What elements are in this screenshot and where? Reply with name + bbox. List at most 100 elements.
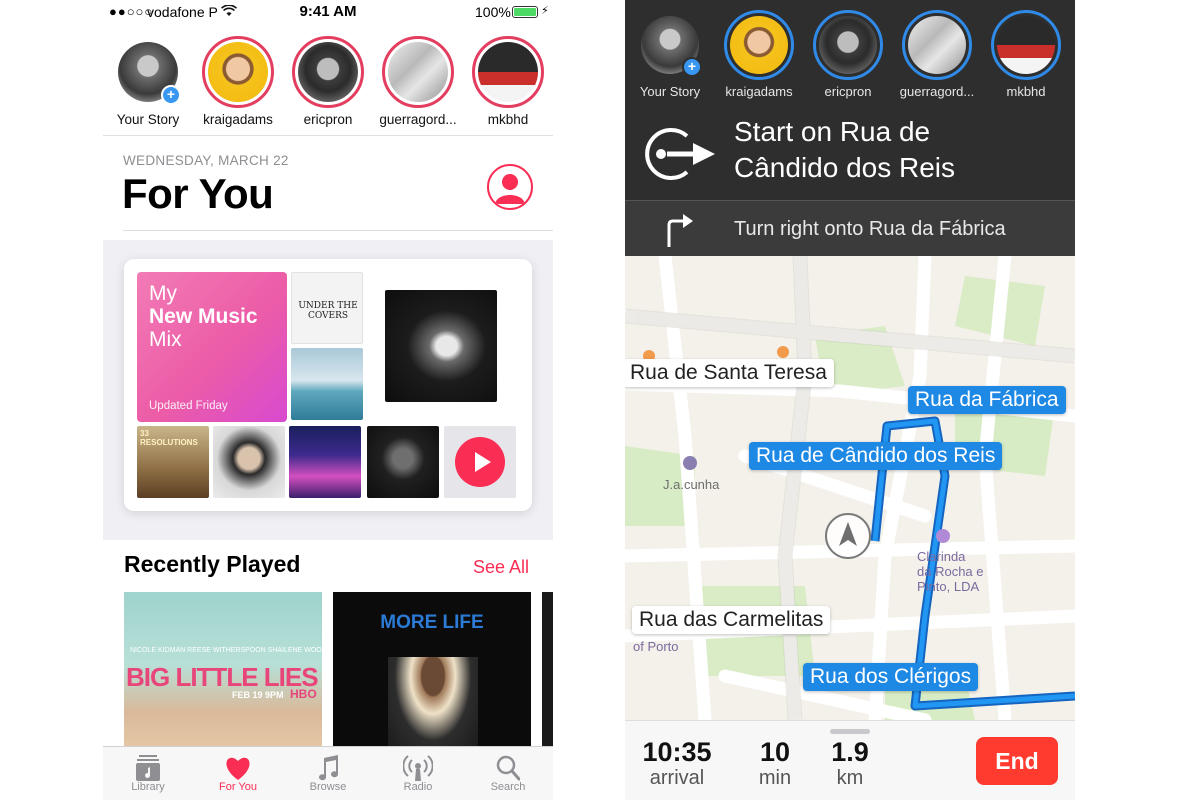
avatar (298, 42, 358, 102)
avatar (997, 16, 1055, 74)
map-label-candido-dos-reis[interactable]: Rua de Cândido dos Reis (749, 442, 1003, 470)
poi-ja-cunha[interactable]: J.a.cunha (663, 477, 719, 492)
profile-button[interactable] (487, 164, 533, 210)
story-ericpron[interactable]: ericpron (283, 36, 373, 127)
album-title: MORE LIFE (380, 612, 484, 633)
turn-right-icon (667, 214, 693, 247)
story-guerragord[interactable]: guerragord... (373, 36, 463, 127)
story-name: kraigadams (203, 112, 273, 127)
map-label-clerigos[interactable]: Rua dos Clérigos (803, 663, 979, 691)
status-bar: ●●○○○ vodafone P 9:41 AM 100% ⚡ (103, 0, 553, 24)
story-guerragord[interactable]: guerragord... (893, 10, 981, 99)
story-ericpron[interactable]: ericpron (804, 10, 892, 99)
next-instruction: Turn right onto Rua da Fábrica (625, 200, 1075, 256)
avatar (388, 42, 448, 102)
album-big-little-lies[interactable]: NICOLE KIDMAN REESE WITHERSPOON SHAILENE… (124, 592, 322, 752)
story-your-story[interactable]: + Your Story (103, 36, 193, 127)
album-cover-resolutions[interactable]: 33 RESOLUTIONS (137, 426, 209, 498)
album-cover-pool[interactable] (291, 348, 363, 420)
story-mkbhd[interactable]: mkbhd (463, 36, 553, 127)
avatar (819, 16, 877, 74)
trip-summary-bar: 10:35 arrival 10 min 1.9 km End (625, 720, 1075, 800)
album-partial[interactable] (542, 592, 553, 752)
album-cover-dark-portrait[interactable] (367, 426, 439, 498)
poi-line: Clarinda (917, 549, 966, 564)
instruction-line: Cândido dos Reis (734, 152, 956, 183)
map-view[interactable]: Rua de Santa Teresa Rua da Fábrica Rua d… (625, 256, 1075, 720)
cover-text: UNDER THE COVERS (298, 301, 358, 321)
story-mkbhd[interactable]: mkbhd (982, 10, 1070, 99)
poi-university[interactable]: of Porto (633, 639, 679, 654)
album-cover-hands[interactable] (385, 290, 497, 402)
poi-line: Pinto, LDA (917, 579, 980, 594)
page-title: For You (122, 170, 274, 217)
duration-unit: min (758, 767, 792, 789)
story-your-story[interactable]: + Your Story (626, 10, 714, 99)
mix-title-line: New Music (149, 305, 258, 328)
story-name: ericpron (824, 84, 872, 99)
arrival-time: 10:35 (642, 737, 712, 767)
story-name: mkbhd (1006, 84, 1046, 99)
distance-stat: 1.9 km (820, 737, 880, 789)
air-date: FEB 19 9PM (232, 690, 284, 700)
tab-label: For You (219, 781, 257, 793)
map-label-fabrica[interactable]: Rua da Fábrica (908, 386, 1066, 414)
see-all-link[interactable]: See All (473, 557, 529, 578)
tab-radio[interactable]: Radio (373, 747, 463, 793)
album-cover-under-the-covers[interactable]: UNDER THE COVERS (291, 272, 363, 344)
maps-app-screen: + Your Story kraigadams ericpron guerrag… (625, 0, 1075, 800)
battery-percent: 100% (475, 4, 511, 20)
instruction-line: Start on Rua de (734, 116, 931, 147)
tab-search[interactable]: Search (463, 747, 553, 793)
album-more-life[interactable]: MORE LIFE (333, 592, 531, 752)
story-name: ericpron (303, 112, 353, 127)
poi-clarinda[interactable]: Clarinda da Rocha e Pinto, LDA (917, 549, 984, 594)
distance-unit: km (836, 767, 864, 789)
avatar (908, 16, 966, 74)
mix-artwork[interactable]: My New Music Mix Updated Friday (137, 272, 287, 422)
story-name: Your Story (639, 84, 701, 99)
add-story-icon[interactable]: + (682, 57, 702, 77)
search-icon (463, 747, 553, 781)
stories-row: + Your Story kraigadams ericpron guerrag… (103, 36, 553, 136)
start-route-icon (645, 128, 715, 180)
mix-title-line: My (149, 282, 177, 305)
tab-label: Search (490, 781, 526, 793)
tab-label: Radio (403, 781, 433, 793)
album-cover-equalizer[interactable] (289, 426, 361, 498)
tab-label: Library (131, 781, 165, 793)
distance-value: 1.9 (831, 737, 869, 767)
current-instruction: Start on Rua de Cândido dos Reis (625, 108, 1075, 200)
play-mix-tile[interactable] (444, 426, 516, 498)
mix-title-line: Mix (149, 328, 182, 351)
stories-row: + Your Story kraigadams ericpron guerrag… (625, 0, 1075, 108)
show-title: BIG LITTLE LIES (126, 662, 319, 692)
avatar (730, 16, 788, 74)
album-photo (388, 657, 478, 752)
recently-played-heading: Recently Played (124, 551, 301, 577)
map-label-carmelitas[interactable]: Rua das Carmelitas (632, 606, 831, 634)
next-instruction-text: Turn right onto Rua da Fábrica (734, 218, 1006, 240)
album-cover-portrait[interactable] (213, 426, 285, 498)
new-music-mix-card[interactable]: My New Music Mix Updated Friday UNDER TH… (124, 259, 532, 511)
cast-names: NICOLE KIDMAN REESE WITHERSPOON SHAILENE… (130, 647, 322, 654)
story-name: mkbhd (487, 112, 529, 127)
mix-updated-label: Updated Friday (149, 400, 228, 412)
story-name: guerragord... (379, 112, 457, 127)
story-kraigadams[interactable]: kraigadams (193, 36, 283, 127)
tab-for-you[interactable]: For You (193, 747, 283, 793)
poi-line: da Rocha e (917, 564, 984, 579)
story-kraigadams[interactable]: kraigadams (715, 10, 803, 99)
battery-icon (512, 6, 538, 18)
story-name: kraigadams (725, 84, 793, 99)
end-route-button[interactable]: End (976, 737, 1058, 785)
tab-browse[interactable]: Browse (283, 747, 373, 793)
date-label: WEDNESDAY, MARCH 22 (123, 153, 289, 168)
mix-section: My New Music Mix Updated Friday UNDER TH… (103, 240, 553, 540)
tab-library[interactable]: Library (103, 747, 193, 793)
add-story-icon[interactable]: + (161, 85, 181, 105)
play-icon[interactable] (455, 437, 505, 487)
map-label-santa-teresa[interactable]: Rua de Santa Teresa (625, 359, 834, 387)
arrival-stat: 10:35 arrival (639, 737, 715, 789)
drag-handle[interactable] (830, 729, 870, 734)
